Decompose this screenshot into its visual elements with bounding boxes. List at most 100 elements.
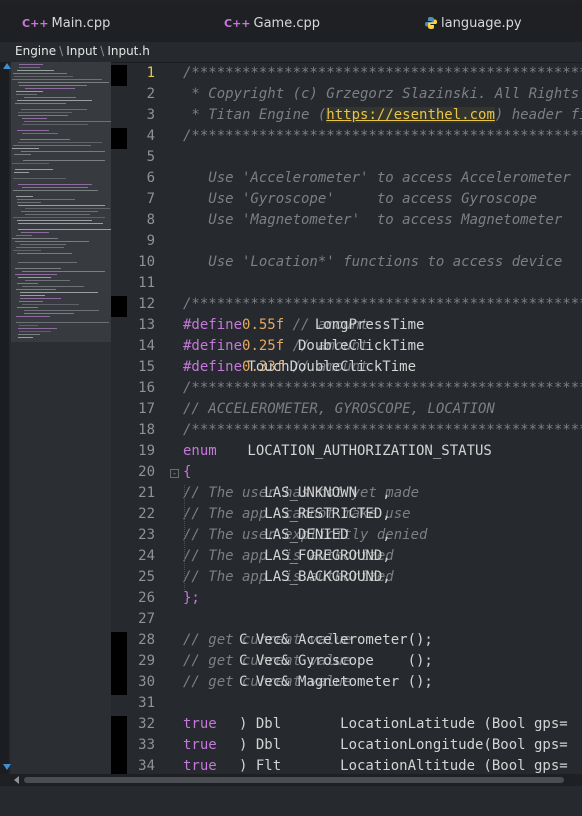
scroll-left-icon[interactable]	[14, 776, 19, 784]
vertical-scrollbar[interactable]	[0, 62, 9, 774]
code-line[interactable]: enum LOCATION_AUTHORIZATION_STATUS	[183, 443, 492, 459]
change-markers	[111, 62, 127, 779]
minimap-line	[24, 97, 76, 98]
code-line[interactable]: Dbl LocationLongitude(Bool gps= true)	[183, 737, 568, 753]
code-token: LAS_DENIED ,	[239, 527, 400, 543]
minimap-line	[13, 217, 105, 218]
minimap-line	[13, 190, 98, 191]
line-number: 12	[138, 296, 155, 312]
line-number: 30	[138, 674, 155, 690]
code-line[interactable]: Flt LocationAltitude (Bool gps= true)	[183, 758, 568, 774]
minimap-line	[17, 130, 49, 131]
breadcrumb-item[interactable]: Input	[66, 44, 97, 58]
status-bar	[0, 786, 582, 816]
code-line[interactable]: Use 'Accelerometer' to access Accelerome…	[183, 170, 570, 186]
code-line[interactable]: LAS_BACKGROUND, // The app is authorized	[183, 569, 394, 585]
code-line[interactable]: #define TouchDoubleClickTime 0.33f // am…	[183, 359, 416, 375]
tab-language-py[interactable]: language.py	[424, 4, 522, 42]
cpp-file-icon: C++	[224, 16, 251, 30]
line-number: 1	[146, 65, 155, 81]
code-line[interactable]: /***************************************…	[183, 296, 582, 312]
code-token: true	[183, 737, 217, 753]
minimap-line	[16, 235, 32, 236]
code-token: LAS_FOREGROUND,	[239, 548, 400, 564]
line-number: 2	[146, 86, 155, 102]
code-line[interactable]: LAS_RESTRICTED, // The app cannot make u…	[183, 506, 411, 522]
minimap-line	[15, 241, 89, 242]
line-number: 32	[138, 716, 155, 732]
code-token: /***************************************…	[183, 128, 582, 144]
code-token: Use 'Magnetometer' to access Magnetomete…	[183, 212, 563, 228]
code-token: LAS_UNKNOWN ,	[239, 485, 400, 501]
breadcrumb-item[interactable]: Engine	[15, 44, 56, 58]
code-line[interactable]: /***************************************…	[183, 128, 582, 144]
line-number: 34	[138, 758, 155, 774]
code-token[interactable]: https://esenthel.com	[326, 107, 495, 123]
minimap-line	[22, 286, 84, 287]
minimap-line	[17, 100, 92, 101]
minimap-line	[25, 208, 110, 209]
line-number: 20	[138, 464, 155, 480]
code-line[interactable]: Dbl LocationLatitude (Bool gps= true)	[183, 716, 568, 732]
code-token: #define	[183, 359, 243, 375]
minimap-line	[14, 154, 31, 155]
code-line[interactable]: #define DoubleClickTime 0.25f // amount	[183, 338, 424, 354]
line-number: 8	[146, 212, 155, 228]
code-line[interactable]: #define LongPressTime 0.55f // amount	[183, 317, 424, 333]
line-number: 7	[146, 191, 155, 207]
code-token: /***************************************…	[183, 422, 582, 438]
scroll-up-icon[interactable]	[3, 63, 11, 69]
code-line[interactable]: LAS_UNKNOWN , // The user has not yet ma…	[183, 485, 419, 501]
minimap-line	[22, 187, 88, 188]
code-line[interactable]: // ACCELEROMETER, GYROSCOPE, LOCATION	[183, 401, 495, 417]
line-number: 16	[138, 380, 155, 396]
minimap-line	[23, 160, 105, 161]
code-token: * Copyright (c) Grzegorz Slazinski. All …	[191, 86, 580, 102]
line-number: 29	[138, 653, 155, 669]
minimap-line	[20, 295, 45, 296]
code-token: LAS_RESTRICTED,	[239, 506, 400, 522]
minimap-line	[18, 115, 68, 116]
code-token: )	[239, 758, 248, 774]
code-line[interactable]: Use 'Gyroscope' to access Gyroscope	[183, 191, 537, 207]
horizontal-scrollbar[interactable]	[0, 774, 582, 786]
tab-main-cpp[interactable]: C++ Main.cpp	[22, 4, 110, 42]
code-line[interactable]: };	[183, 590, 200, 606]
minimap-line	[19, 64, 43, 65]
code-line[interactable]: C Vec& Magnetometer (); // get current v…	[183, 674, 433, 690]
code-line[interactable]: * Copyright (c) Grzegorz Slazinski. All …	[183, 86, 582, 102]
line-number: 26	[138, 590, 155, 606]
code-token: {	[183, 464, 192, 480]
code-line[interactable]: * Titan Engine (https://esenthel.com) he…	[183, 107, 582, 123]
minimap-line	[19, 67, 40, 68]
minimap-line	[18, 262, 77, 263]
code-editor[interactable]: 1 /**************************************…	[127, 62, 582, 774]
code-line[interactable]: /***************************************…	[183, 380, 582, 396]
code-token: DoubleClickTime	[239, 338, 433, 354]
code-line[interactable]: C Vec& Gyroscope (); // get current valu…	[183, 653, 433, 669]
change-marker	[111, 716, 127, 779]
tab-game-cpp[interactable]: C++ Game.cpp	[224, 4, 320, 42]
code-line[interactable]: Use 'Location*' functions to access devi…	[183, 254, 562, 270]
line-number: 31	[138, 695, 155, 711]
line-number: 15	[138, 359, 155, 375]
code-line[interactable]: C Vec& Accelerometer(); // get current v…	[183, 632, 433, 648]
tab-label: language.py	[441, 15, 522, 31]
code-line[interactable]: {	[183, 464, 191, 480]
change-marker	[111, 128, 127, 149]
code-line[interactable]: LAS_FOREGROUND, // The app is authorized	[183, 548, 394, 564]
fold-toggle-icon[interactable]: -	[170, 469, 179, 478]
code-line[interactable]: /***************************************…	[183, 65, 582, 81]
code-line[interactable]: LAS_DENIED , // The user explicitly deni…	[183, 527, 427, 543]
breadcrumb-item[interactable]: Input.h	[107, 44, 150, 58]
code-line[interactable]: /***************************************…	[183, 422, 582, 438]
breadcrumb: Engine \ Input \ Input.h	[0, 42, 582, 63]
scrollbar-thumb[interactable]	[24, 777, 564, 783]
minimap-line	[22, 124, 88, 125]
code-line[interactable]: Use 'Magnetometer' to access Magnetomete…	[183, 212, 562, 228]
code-token: #define	[183, 317, 243, 333]
scroll-down-icon[interactable]	[3, 764, 11, 770]
minimap-line	[18, 328, 57, 329]
minimap-line	[17, 253, 72, 254]
minimap[interactable]	[11, 62, 111, 774]
